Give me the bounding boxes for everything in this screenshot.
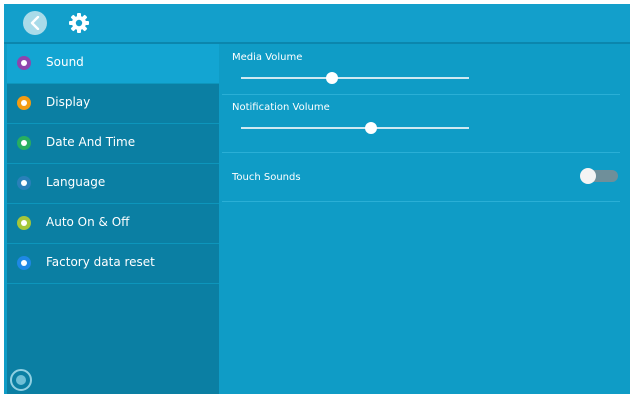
icon-glyph	[21, 140, 27, 146]
notification-volume-slider[interactable]	[241, 122, 469, 134]
icon-glyph	[21, 220, 27, 226]
media-volume-label: Media Volume	[232, 52, 303, 63]
touch-sounds-toggle[interactable]	[580, 168, 618, 184]
sidebar-item-factory-data-reset[interactable]: Factory data reset	[7, 244, 219, 284]
media-volume-slider[interactable]	[241, 72, 469, 84]
nav-list: Sound Display Date And Time Language Auto On…	[7, 44, 219, 284]
notification-volume-label: Notification Volume	[232, 102, 330, 113]
media-volume-thumb[interactable]	[326, 72, 339, 84]
sidebar-item-label: Date And Time	[46, 135, 136, 149]
gear-icon[interactable]	[68, 12, 90, 34]
media-volume-row: Media Volume	[222, 44, 620, 95]
chevron-left-icon	[30, 16, 40, 30]
sound-settings-panel: Media Volume Notification Volume Touch S…	[222, 44, 630, 394]
back-button[interactable]	[23, 11, 47, 35]
settings-sidebar: Sound Display Date And Time Language Auto On…	[7, 44, 219, 394]
sidebar-item-label: Auto On & Off	[46, 215, 130, 229]
toggle-knob	[580, 168, 596, 184]
icon-glyph	[21, 180, 27, 186]
clock-icon	[17, 136, 31, 150]
sidebar-item-display[interactable]: Display	[7, 84, 219, 124]
reset-icon	[17, 256, 31, 270]
notification-volume-thumb[interactable]	[364, 122, 377, 134]
icon-glyph	[21, 60, 27, 66]
icon-glyph	[21, 100, 27, 106]
sidebar-item-auto-on-off[interactable]: Auto On & Off	[7, 204, 219, 244]
touch-sounds-row[interactable]: Touch Sounds	[222, 153, 620, 202]
sound-icon	[17, 56, 31, 70]
sidebar-item-label: Language	[46, 175, 106, 189]
sidebar-item-language[interactable]: Language	[7, 164, 219, 204]
sidebar-item-date-and-time[interactable]: Date And Time	[7, 124, 219, 164]
sidebar-item-label: Sound	[46, 55, 84, 69]
sidebar-item-sound[interactable]: Sound	[7, 44, 219, 84]
globe-icon	[17, 176, 31, 190]
touch-sounds-label: Touch Sounds	[232, 172, 301, 183]
display-icon	[17, 96, 31, 110]
sidebar-item-label: Factory data reset	[46, 255, 155, 269]
top-bar	[4, 4, 630, 44]
settings-screen: Sound Display Date And Time Language Auto On…	[4, 4, 630, 394]
sidebar-item-label: Display	[46, 95, 91, 109]
power-schedule-icon	[17, 216, 31, 230]
icon-glyph	[21, 260, 27, 266]
home-button[interactable]	[10, 369, 32, 391]
notification-volume-row: Notification Volume	[222, 95, 620, 153]
